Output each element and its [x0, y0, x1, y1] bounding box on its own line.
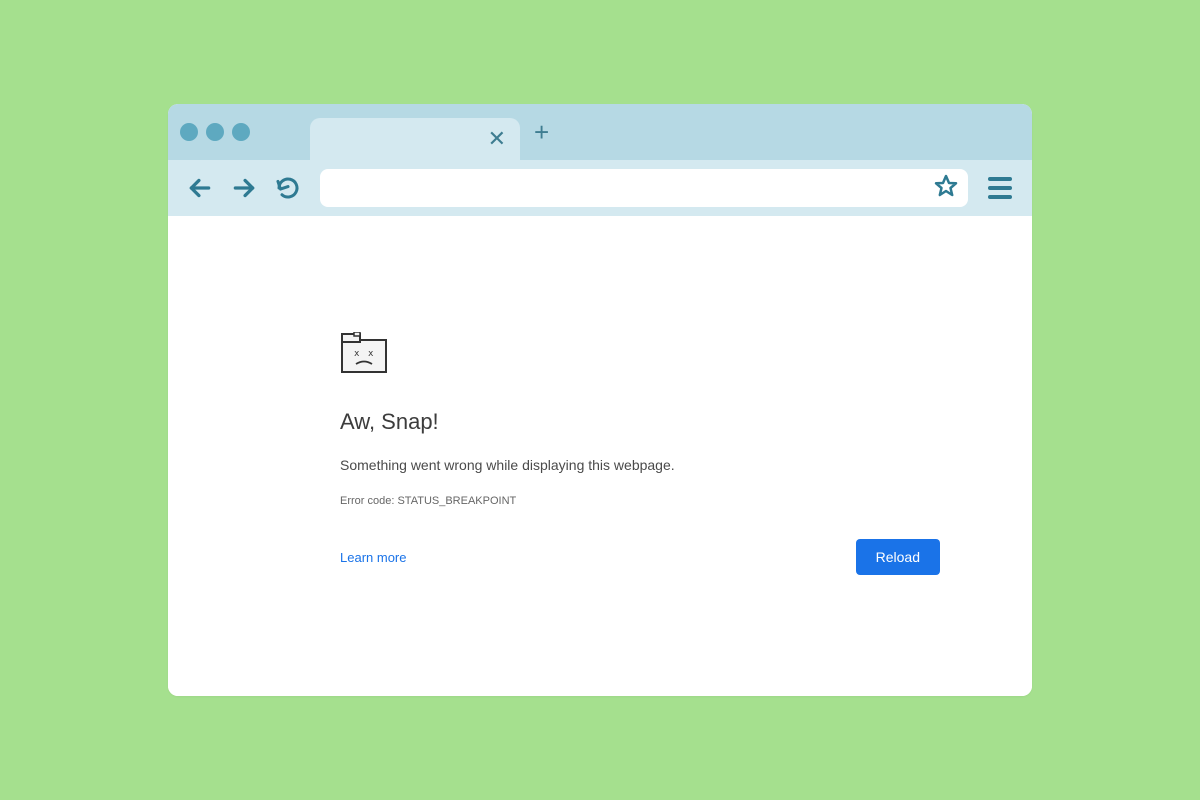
tab-strip: ✕ + [168, 104, 1032, 160]
arrow-left-icon [187, 175, 213, 201]
arrow-right-icon [231, 175, 257, 201]
error-block: x x Aw, Snap! Something went wrong while… [340, 332, 940, 575]
reload-icon [276, 176, 300, 200]
menu-icon [988, 177, 1012, 181]
window-close-dot[interactable] [180, 123, 198, 141]
window-minimize-dot[interactable] [206, 123, 224, 141]
learn-more-link[interactable]: Learn more [340, 550, 406, 565]
page-content: x x Aw, Snap! Something went wrong while… [168, 216, 1032, 696]
browser-tab[interactable]: ✕ [310, 118, 520, 160]
close-tab-icon[interactable]: ✕ [488, 128, 506, 150]
new-tab-button[interactable]: + [534, 117, 549, 148]
star-icon [934, 174, 958, 198]
bookmark-star-icon[interactable] [934, 174, 958, 203]
window-maximize-dot[interactable] [232, 123, 250, 141]
svg-text:x: x [368, 349, 374, 359]
forward-button[interactable] [226, 170, 262, 206]
menu-icon [988, 195, 1012, 199]
toolbar [168, 160, 1032, 216]
error-message: Something went wrong while displaying th… [340, 457, 940, 473]
error-heading: Aw, Snap! [340, 409, 940, 435]
error-actions: Learn more Reload [340, 539, 940, 575]
reload-button[interactable]: Reload [856, 539, 940, 575]
hamburger-menu-button[interactable] [982, 170, 1018, 206]
menu-icon [988, 186, 1012, 190]
svg-text:x: x [354, 349, 360, 359]
error-code: Error code: STATUS_BREAKPOINT [340, 495, 940, 507]
back-button[interactable] [182, 170, 218, 206]
window-controls [180, 123, 250, 141]
browser-window: ✕ + [168, 104, 1032, 696]
reload-nav-button[interactable] [270, 170, 306, 206]
sad-folder-icon: x x [340, 332, 940, 379]
address-bar[interactable] [320, 169, 968, 207]
